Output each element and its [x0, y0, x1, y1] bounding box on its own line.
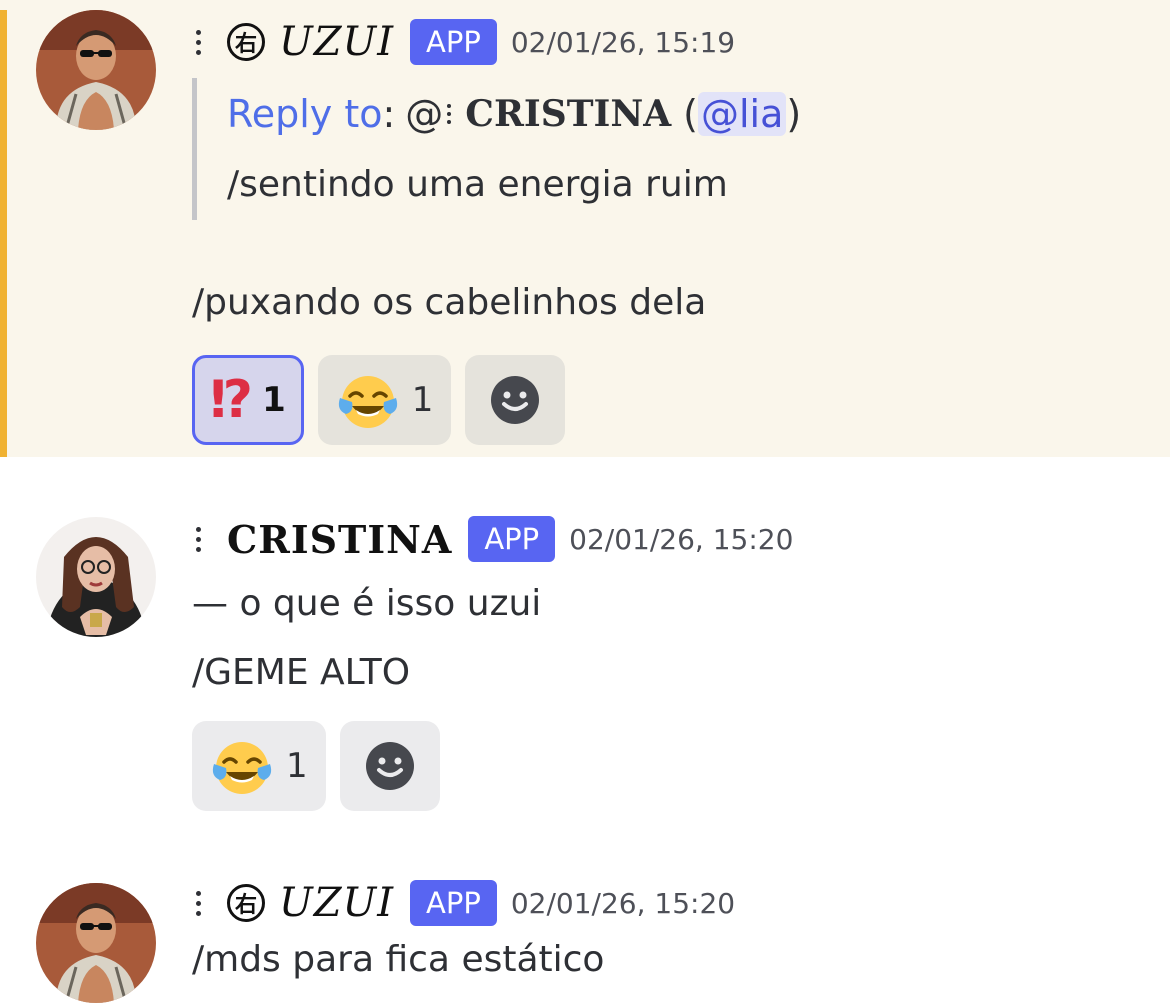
- author-name[interactable]: UZUI: [279, 19, 394, 65]
- message-text: /mds para fica estático: [192, 939, 605, 980]
- exclamation-question-mark-icon: ⁉: [210, 370, 253, 430]
- reaction-tears-of-joy[interactable]: 1: [192, 721, 326, 811]
- message-uzui-2[interactable]: 右 UZUI APP 02/01/26, 15:20 /mds para fic…: [0, 857, 1170, 1006]
- highlight-accent-bar: [0, 10, 7, 457]
- author-name[interactable]: UZUI: [279, 880, 394, 926]
- vertical-dots-icon: [196, 29, 201, 55]
- app-badge: APP: [468, 516, 556, 562]
- message-header: 右 UZUI APP 02/01/26, 15:19: [190, 12, 735, 72]
- timestamp: 02/01/26, 15:20: [569, 522, 794, 556]
- timestamp: 02/01/26, 15:20: [510, 886, 736, 920]
- avatar-photo-woman-glasses: [36, 517, 156, 637]
- app-badge: APP: [410, 19, 497, 65]
- reaction-tears-of-joy[interactable]: 1: [317, 355, 452, 445]
- avatar-photo-man-sunglasses: [36, 883, 156, 1003]
- reactions-row: 1: [192, 721, 440, 811]
- reply-colon: :: [382, 92, 396, 136]
- reaction-count: 1: [411, 380, 434, 420]
- reply-close-paren: ): [786, 92, 802, 136]
- author-name[interactable]: CRISTINA: [227, 517, 452, 562]
- vertical-dots-icon: [196, 890, 201, 916]
- timestamp: 02/01/26, 15:19: [510, 25, 736, 59]
- vertical-dots-icon: [447, 104, 452, 124]
- tears-of-joy-icon: [210, 734, 274, 798]
- add-reaction-button[interactable]: [465, 355, 566, 445]
- reply-label: Reply to: [227, 92, 383, 136]
- reply-open-paren: (: [683, 92, 698, 136]
- avatar-photo-man-sunglasses: [36, 10, 156, 130]
- message-cristina[interactable]: CRISTINA APP 02/01/26, 15:20 — o que é i…: [0, 457, 1170, 857]
- message-header: CRISTINA APP 02/01/26, 15:20: [190, 509, 793, 569]
- reply-quote[interactable]: Reply to: @ CRISTINA (@lia) /sentindo um…: [192, 78, 897, 220]
- avatar[interactable]: [36, 517, 156, 637]
- message-text: /GEME ALTO: [192, 652, 411, 693]
- avatar[interactable]: [36, 883, 156, 1003]
- reply-author-name: CRISTINA: [465, 93, 672, 135]
- message-text: /puxando os cabelinhos dela: [192, 282, 707, 323]
- reply-at-sign: @: [405, 92, 444, 136]
- add-reaction-button[interactable]: [339, 721, 440, 811]
- tears-of-joy-icon: [336, 368, 400, 432]
- reply-text: /sentindo uma energia ruim: [227, 164, 728, 205]
- reaction-count: 1: [262, 380, 286, 420]
- vertical-dots-icon: [196, 526, 201, 552]
- add-reaction-icon: [364, 740, 416, 792]
- reaction-count: 1: [286, 746, 308, 786]
- user-mention[interactable]: @lia: [698, 92, 787, 136]
- app-badge: APP: [410, 880, 497, 926]
- avatar[interactable]: [36, 10, 156, 130]
- circled-kanji-icon: 右: [227, 23, 265, 61]
- add-reaction-icon: [489, 374, 541, 426]
- message-uzui-1[interactable]: 右 UZUI APP 02/01/26, 15:19 Reply to: @ C…: [0, 0, 1170, 457]
- message-header: 右 UZUI APP 02/01/26, 15:20: [190, 873, 735, 933]
- reactions-row: ⁉ 1 1: [192, 355, 566, 445]
- circled-kanji-icon: 右: [227, 884, 265, 922]
- reaction-exclamation-question[interactable]: ⁉ 1: [192, 355, 304, 445]
- message-text: — o que é isso uzui: [192, 583, 542, 624]
